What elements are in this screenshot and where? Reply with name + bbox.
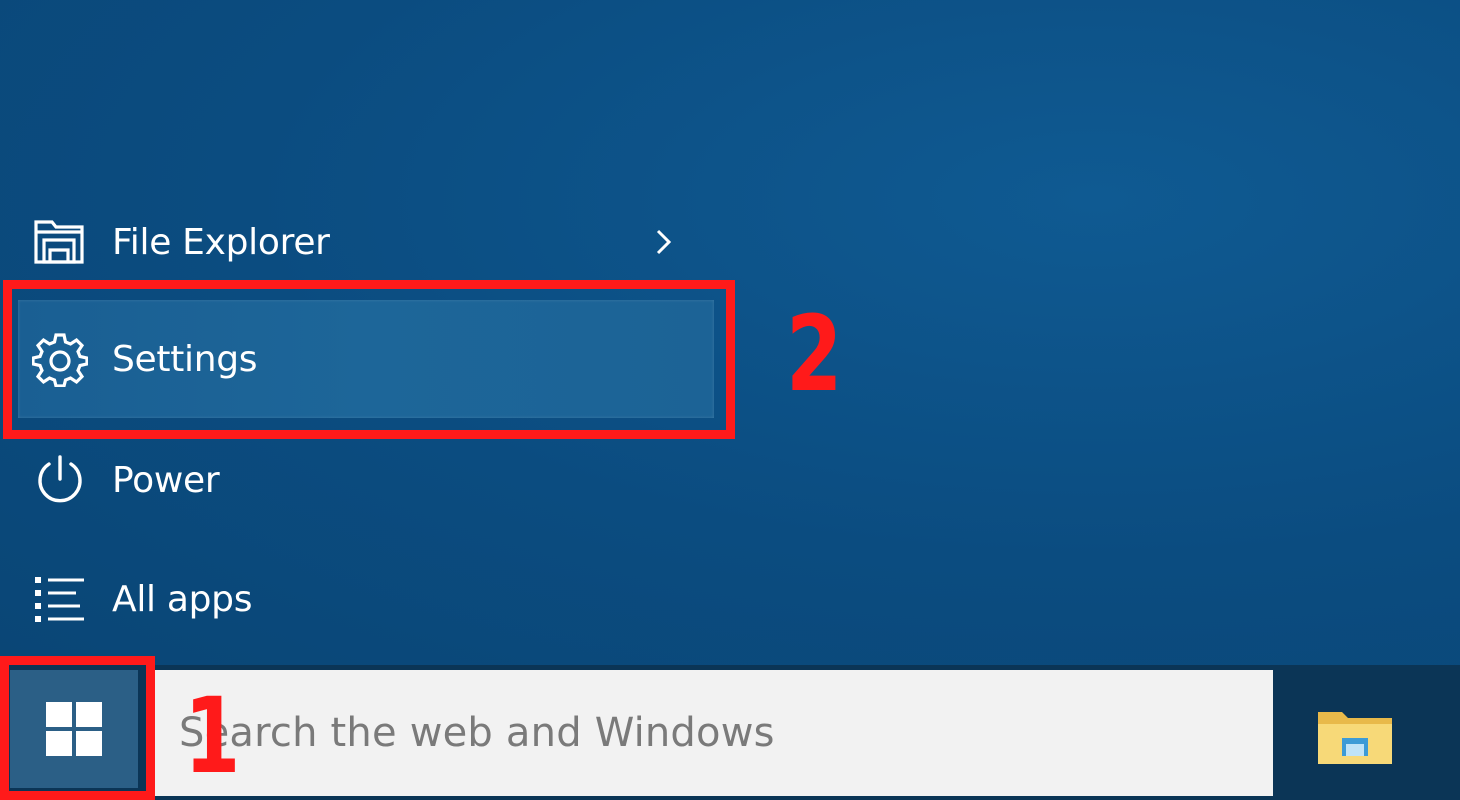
chevron-right-icon [656,229,672,255]
search-placeholder: Search the web and Windows [179,710,775,756]
menu-item-label: File Explorer [112,221,330,263]
taskbar-file-explorer-button[interactable] [1300,690,1410,780]
gear-icon [30,329,90,389]
menu-item-file-explorer[interactable]: File Explorer [18,183,714,301]
step-number-1: 1 [184,675,241,797]
search-input[interactable]: Search the web and Windows [153,670,1273,796]
step-number-2: 2 [786,293,843,415]
menu-item-label: Power [112,459,220,501]
menu-item-label: Settings [112,338,258,380]
windows-logo-icon [46,702,102,756]
file-explorer-icon [30,212,90,272]
start-button[interactable] [10,670,138,788]
folder-icon [1318,712,1392,764]
start-menu: File Explorer Settings Power All apps [0,0,1460,665]
all-apps-icon [30,569,90,629]
menu-item-all-apps[interactable]: All apps [18,540,714,658]
menu-item-power[interactable]: Power [18,421,714,539]
desktop-screen: File Explorer Settings Power All apps Se… [0,0,1460,800]
menu-item-settings[interactable]: Settings [18,300,714,418]
menu-item-label: All apps [112,578,253,620]
power-icon [30,450,90,510]
